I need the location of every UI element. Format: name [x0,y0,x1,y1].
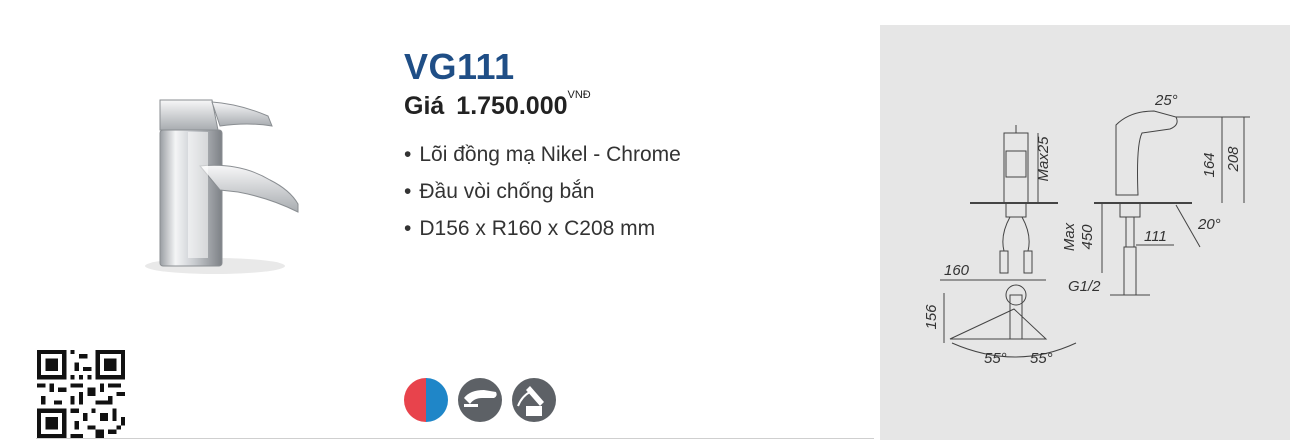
feature-item: • Đầu vòi chống bắn [404,180,595,203]
price-value: 1.750.000 [456,92,568,120]
dim-max: Max [1061,222,1078,251]
technical-drawing: Max25 25° 164 208 Max 450 111 20° 160 G1… [880,25,1290,440]
dim-h208: 208 [1225,146,1242,173]
qr-code [37,350,125,438]
feature-item: • Lõi đồng mạ Nikel - Chrome [404,143,681,166]
hot-cold-icon [404,378,448,422]
dim-g12: G1/2 [1068,278,1101,295]
product-image [145,99,299,274]
price-currency: VNĐ [567,89,591,101]
feature-item: • D156 x R160 x C208 mm [404,217,656,240]
dim-angle-55-right: 55° [1030,350,1053,367]
feature-icons [402,376,558,424]
price-label: Giá [404,92,445,120]
dim-angle-top: 25° [1154,92,1178,109]
single-lever-icon [512,378,556,422]
price: Giá 1.750.000VNĐ [404,89,591,121]
dim-angle-55-left: 55° [984,350,1007,367]
dim-reach: 111 [1144,228,1167,245]
dim-h164: 164 [1201,152,1218,177]
divider [36,438,874,439]
dim-max25: Max25 [1035,136,1052,182]
model-code: VG111 [404,46,515,87]
aerator-icon [458,378,502,422]
dim-angle-20: 20° [1197,216,1221,233]
dim-d156: 156 [923,304,940,330]
dim-w160: 160 [944,262,970,279]
dimension-drawing: Max25 25° 164 208 Max 450 111 20° 160 G1… [923,92,1250,367]
dim-450: 450 [1079,224,1096,250]
feature-list: • Lõi đồng mạ Nikel - Chrome • Đầu vòi chố… [404,142,681,253]
